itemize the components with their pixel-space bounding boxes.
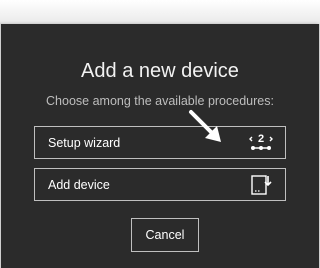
dialog-title: Add a new device — [81, 60, 239, 82]
top-bar — [0, 0, 320, 24]
add-device-icon — [249, 173, 273, 197]
pointer-arrow-icon — [189, 110, 221, 142]
wizard-step-icon: 2 — [249, 131, 273, 155]
setup-wizard-button[interactable]: Setup wizard 2 — [34, 126, 286, 159]
cancel-button[interactable]: Cancel — [131, 218, 199, 252]
dialog-subtitle: Choose among the available procedures: — [46, 94, 274, 108]
wizard-step-number: 2 — [258, 133, 264, 145]
setup-wizard-label: Setup wizard — [48, 136, 121, 150]
add-device-button[interactable]: Add device — [34, 168, 286, 201]
add-device-label: Add device — [48, 178, 110, 192]
add-device-dialog: Add a new device Choose among the availa… — [0, 24, 320, 268]
